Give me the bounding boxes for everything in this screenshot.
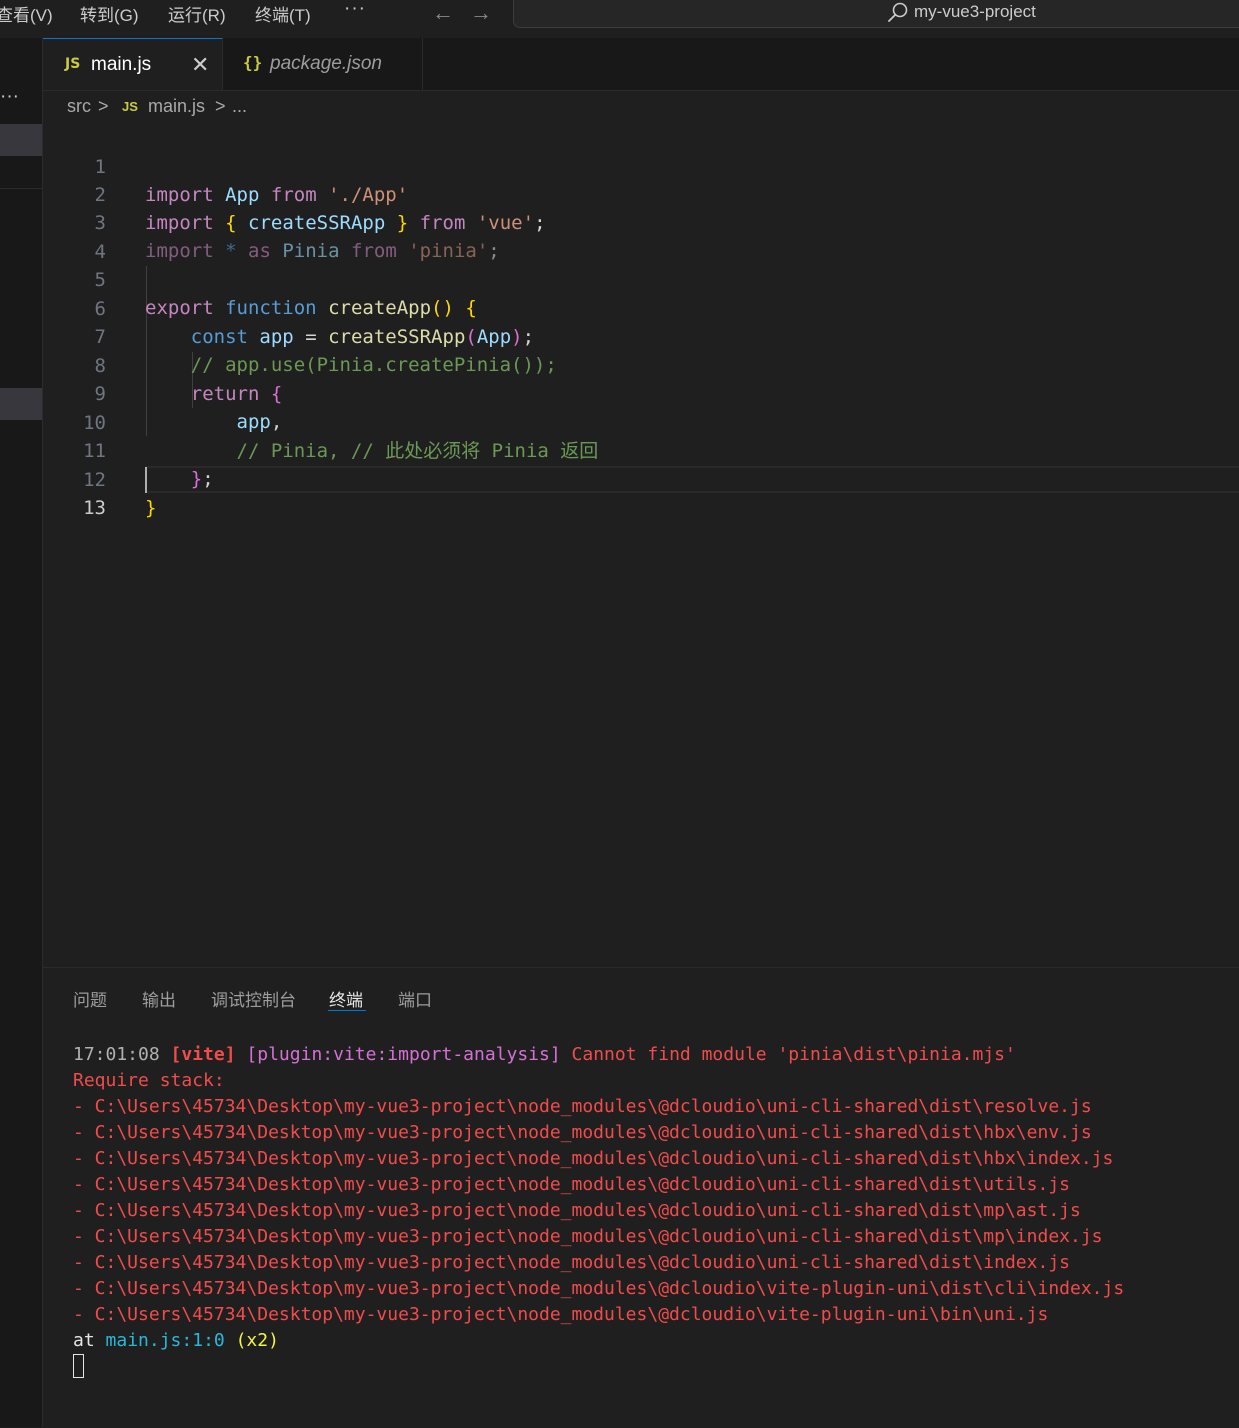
js-file-icon: JS — [122, 99, 138, 114]
terminal-line: - C:\Users\45734\Desktop\my-vue3-project… — [73, 1096, 1092, 1117]
breadcrumb-more[interactable]: ... — [232, 96, 247, 117]
search-icon — [888, 2, 908, 22]
code-line: 7 // app.use(Pinia.createPinia()); — [43, 295, 1239, 376]
tab-package-json[interactable]: {} package.json — [223, 38, 423, 90]
breadcrumb-folder[interactable]: src — [67, 96, 91, 117]
back-arrow-icon[interactable]: ← — [432, 0, 454, 26]
code-line: 8 return { — [43, 324, 1239, 405]
tab-label: package.json — [270, 53, 382, 74]
tab-label: main.js — [91, 54, 152, 75]
menu-bar: 查看(V) 转到(G) 运行(R) 终端(T) ··· ← → my-vue3-… — [0, 0, 1239, 28]
forward-arrow-icon[interactable]: → — [470, 0, 492, 26]
code-line: 6 const app = createSSRApp(App); — [43, 267, 1239, 348]
breadcrumb-file[interactable]: main.js — [148, 96, 205, 117]
tab-main-js[interactable]: JS main.js ✕ — [43, 38, 223, 90]
tab-problems[interactable]: 问题 — [73, 986, 107, 1011]
terminal-line: - C:\Users\45734\Desktop\my-vue3-project… — [73, 1148, 1114, 1169]
js-file-icon: JS — [65, 56, 81, 72]
terminal-cursor — [73, 1354, 84, 1378]
code-editor[interactable]: 1 import App from './App' 2 import { cre… — [43, 124, 1239, 966]
terminal-line: - C:\Users\45734\Desktop\my-vue3-project… — [73, 1278, 1125, 1299]
bottom-panel: 问题 输出 调试控制台 终端 端口 17:01:08 [vite] [plugi… — [43, 967, 1239, 1428]
tab-ports[interactable]: 端口 — [398, 986, 432, 1011]
json-file-icon: {} — [243, 53, 263, 72]
sidebar-selected-item[interactable] — [0, 388, 42, 420]
terminal-line: 17:01:08 [vite] [plugin:vite:import-anal… — [73, 1044, 1016, 1065]
terminal-line: - C:\Users\45734\Desktop\my-vue3-project… — [73, 1200, 1081, 1221]
terminal-line: - C:\Users\45734\Desktop\my-vue3-project… — [73, 1252, 1070, 1273]
terminal-line: - C:\Users\45734\Desktop\my-vue3-project… — [73, 1122, 1092, 1143]
terminal-line: at main.js:1:0 (x2) — [73, 1330, 279, 1351]
code-line: 11 }; — [43, 409, 1239, 490]
tab-terminal[interactable]: 终端 — [329, 986, 363, 1011]
menu-terminal[interactable]: 终端(T) — [255, 1, 311, 26]
code-line: 2 import { createSSRApp } from 'vue'; — [43, 153, 1239, 234]
code-line: 9 app, — [43, 352, 1239, 433]
menu-view[interactable]: 查看(V) — [0, 1, 53, 26]
chevron-right-icon: > — [98, 96, 109, 116]
terminal-line: - C:\Users\45734\Desktop\my-vue3-project… — [73, 1304, 1049, 1325]
menu-go[interactable]: 转到(G) — [80, 1, 139, 26]
terminal-line: - C:\Users\45734\Desktop\my-vue3-project… — [73, 1174, 1070, 1195]
tab-output[interactable]: 输出 — [142, 986, 176, 1011]
sidebar-more-icon[interactable]: ··· — [0, 86, 19, 108]
code-line: 1 import App from './App' — [43, 125, 1239, 206]
sidebar-selected-item[interactable] — [0, 124, 42, 156]
editor-tab-bar: JS main.js ✕ {} package.json — [43, 38, 1239, 91]
code-line: 13 — [43, 466, 1239, 519]
active-tab-indicator — [328, 1010, 366, 1011]
sidebar-divider — [0, 188, 42, 189]
command-center[interactable] — [513, 0, 1239, 28]
code-line: 12 } — [43, 438, 1239, 519]
menu-more-icon[interactable]: ··· — [344, 0, 366, 20]
code-line: 10 // Pinia, // 此处必须将 Pinia 返回 — [43, 381, 1239, 462]
terminal-line: Require stack: — [73, 1070, 225, 1091]
menu-run[interactable]: 运行(R) — [168, 1, 226, 26]
code-line: 4 — [43, 210, 1239, 263]
tab-debug-console[interactable]: 调试控制台 — [211, 986, 296, 1011]
close-icon[interactable]: ✕ — [191, 52, 209, 78]
code-line: 3 import * as Pinia from 'pinia'; — [43, 181, 1239, 262]
sidebar: ··· — [0, 38, 43, 1427]
project-name: my-vue3-project — [914, 2, 1036, 21]
chevron-right-icon: > — [215, 96, 226, 116]
code-line: 5 export function createApp() { — [43, 238, 1239, 319]
line-number: 13 — [83, 497, 106, 519]
terminal-line: - C:\Users\45734\Desktop\my-vue3-project… — [73, 1226, 1103, 1247]
